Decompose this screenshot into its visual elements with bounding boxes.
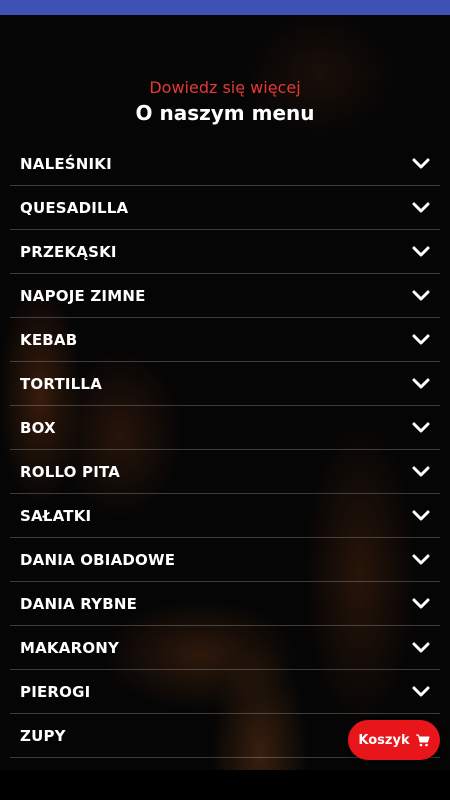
menu-item-label: DANIA RYBNE bbox=[20, 594, 138, 613]
chevron-down-icon[interactable] bbox=[412, 595, 430, 613]
chevron-down-icon[interactable] bbox=[412, 287, 430, 305]
menu-item-label: PIEROGI bbox=[20, 682, 91, 701]
chevron-down-icon[interactable] bbox=[412, 243, 430, 261]
bottom-bar bbox=[0, 770, 450, 800]
menu-item-przekaski[interactable]: PRZEKĄSKI bbox=[10, 230, 440, 274]
menu-item-label: ZUPY bbox=[20, 726, 66, 745]
page-title: O naszym menu bbox=[135, 101, 315, 125]
menu-item-label: ROLLO PITA bbox=[20, 462, 121, 481]
cart-label: Koszyk bbox=[358, 732, 410, 748]
menu-item-pierogi[interactable]: PIEROGI bbox=[10, 670, 440, 714]
chevron-down-icon[interactable] bbox=[412, 507, 430, 525]
menu-item-label: QUESADILLA bbox=[20, 198, 129, 217]
chevron-down-icon[interactable] bbox=[412, 683, 430, 701]
cart-button[interactable]: Koszyk bbox=[348, 720, 440, 760]
menu-item-label: DANIA OBIADOWE bbox=[20, 550, 176, 569]
menu-item-label: NAPOJE ZIMNE bbox=[20, 286, 146, 305]
menu-item-makarony[interactable]: MAKARONY bbox=[10, 626, 440, 670]
chevron-down-icon[interactable] bbox=[412, 639, 430, 657]
header-subtitle: Dowiedz się więcej bbox=[149, 78, 301, 97]
chevron-down-icon[interactable] bbox=[412, 199, 430, 217]
status-bar bbox=[0, 0, 450, 15]
menu-item-dania-obiadowe[interactable]: DANIA OBIADOWE bbox=[10, 538, 440, 582]
chevron-down-icon[interactable] bbox=[412, 331, 430, 349]
menu-item-dania-rybne[interactable]: DANIA RYBNE bbox=[10, 582, 440, 626]
menu-item-kebab[interactable]: KEBAB bbox=[10, 318, 440, 362]
menu-item-label: MAKARONY bbox=[20, 638, 120, 657]
menu-item-salatki[interactable]: SAŁATKI bbox=[10, 494, 440, 538]
chevron-down-icon[interactable] bbox=[412, 375, 430, 393]
menu-item-label: TORTILLA bbox=[20, 374, 102, 393]
menu-category-list: NALEŚNIKI QUESADILLA PRZEKĄSKI NAPOJE ZI… bbox=[10, 142, 440, 758]
menu-item-box[interactable]: BOX bbox=[10, 406, 440, 450]
chevron-down-icon[interactable] bbox=[412, 155, 430, 173]
menu-item-nalesniki[interactable]: NALEŚNIKI bbox=[10, 142, 440, 186]
chevron-down-icon[interactable] bbox=[412, 419, 430, 437]
menu-item-rollo-pita[interactable]: ROLLO PITA bbox=[10, 450, 440, 494]
menu-header: Dowiedz się więcej O naszym menu bbox=[0, 78, 450, 126]
menu-item-quesadilla[interactable]: QUESADILLA bbox=[10, 186, 440, 230]
menu-item-label: SAŁATKI bbox=[20, 506, 92, 525]
chevron-down-icon[interactable] bbox=[412, 463, 430, 481]
menu-item-label: KEBAB bbox=[20, 330, 78, 349]
menu-item-tortilla[interactable]: TORTILLA bbox=[10, 362, 440, 406]
menu-item-label: BOX bbox=[20, 418, 56, 437]
menu-item-label: NALEŚNIKI bbox=[20, 154, 112, 173]
menu-item-napoje-zimne[interactable]: NAPOJE ZIMNE bbox=[10, 274, 440, 318]
chevron-down-icon[interactable] bbox=[412, 551, 430, 569]
shopping-cart-icon bbox=[415, 734, 430, 747]
menu-item-label: PRZEKĄSKI bbox=[20, 242, 117, 261]
